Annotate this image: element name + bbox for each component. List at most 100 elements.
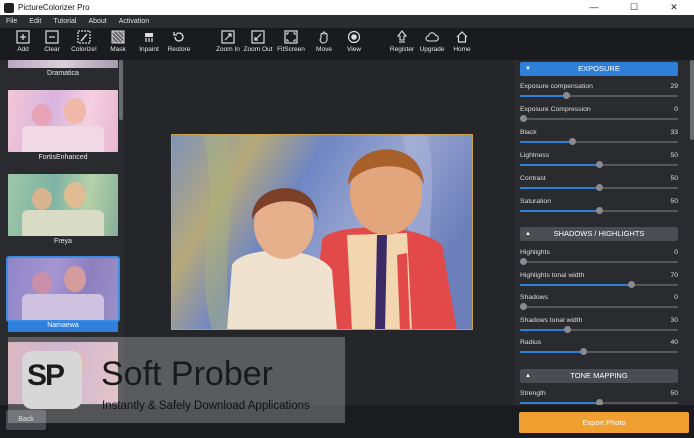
menu-activation[interactable]: Activation bbox=[119, 18, 149, 25]
slider-handle[interactable] bbox=[596, 161, 603, 168]
restore-label: Restore bbox=[167, 46, 191, 53]
preset-label: Dramatica bbox=[47, 70, 79, 77]
slider-track[interactable] bbox=[520, 261, 678, 263]
slider-value: 0 bbox=[674, 249, 678, 256]
view-button[interactable]: View bbox=[336, 30, 372, 53]
slider-value: 50 bbox=[670, 175, 678, 182]
slider-label: Radius bbox=[520, 339, 542, 346]
slider-value: 50 bbox=[670, 198, 678, 205]
preset-namaewa[interactable]: Namaewa bbox=[6, 256, 120, 332]
slider-saturation[interactable]: Saturation 50 bbox=[520, 198, 678, 218]
home-button[interactable]: Home bbox=[444, 30, 480, 53]
home-icon bbox=[456, 31, 468, 43]
preset-fortisenhanced[interactable]: FortisEnhanced bbox=[8, 90, 118, 164]
slider-shadows-tonal-width[interactable]: Shadows tonal width 30 bbox=[520, 317, 678, 337]
child-face bbox=[64, 266, 86, 292]
slider-highlights-tonal-width[interactable]: Highlights tonal width 70 bbox=[520, 272, 678, 292]
slider-fill bbox=[520, 402, 599, 404]
photo-image bbox=[172, 135, 472, 329]
menu-about[interactable]: About bbox=[88, 18, 106, 25]
view-icon bbox=[347, 30, 361, 44]
watermark-overlay: SP Soft Prober Instantly & Safely Downlo… bbox=[8, 337, 345, 423]
slider-value: 70 bbox=[670, 271, 678, 279]
slider-label: Contrast bbox=[520, 175, 546, 182]
slider-handle[interactable] bbox=[627, 280, 635, 288]
title-bar: PictureColorizer Pro — ☐ ✕ bbox=[0, 0, 694, 15]
preset-label: Freya bbox=[54, 238, 72, 245]
slider-fill bbox=[520, 351, 584, 353]
preset-dramatica[interactable]: Dramatica bbox=[8, 60, 118, 80]
watermark-subtitle: Instantly & Safely Download Applications bbox=[102, 400, 310, 412]
tone-mapping-title: TONE MAPPING bbox=[570, 371, 628, 380]
slider-handle[interactable] bbox=[596, 207, 603, 214]
child-face bbox=[32, 188, 52, 210]
home-label: Home bbox=[453, 46, 471, 53]
slider-handle[interactable] bbox=[520, 303, 527, 310]
fitscreen-button[interactable]: FitScreen bbox=[273, 30, 309, 53]
exposure-title: EXPOSURE bbox=[578, 64, 620, 73]
shadows-header[interactable]: ▲ SHADOWS / HIGHLIGHTS bbox=[520, 227, 678, 241]
slider-label: Shadows tonal width bbox=[520, 316, 583, 324]
slider-handle[interactable] bbox=[569, 138, 577, 145]
slider-value: 50 bbox=[670, 390, 678, 397]
slider-label: Exposure Compression bbox=[520, 106, 591, 113]
panel-scrollbar[interactable] bbox=[690, 60, 694, 140]
watermark-title: Soft Prober bbox=[101, 355, 273, 393]
zoom-out-button[interactable]: Zoom Out bbox=[240, 30, 276, 53]
child-face bbox=[64, 98, 86, 124]
slider-handle[interactable] bbox=[564, 325, 572, 333]
slider-handle[interactable] bbox=[580, 348, 588, 355]
slider-exposure-compression[interactable]: Exposure Compression 0 bbox=[520, 106, 678, 126]
restore-icon bbox=[173, 32, 184, 42]
exposure-header[interactable]: ▼ EXPOSURE bbox=[520, 62, 678, 76]
colorize-label: Colorize! bbox=[71, 46, 97, 53]
slider-handle[interactable] bbox=[520, 115, 527, 122]
mask-icon bbox=[111, 30, 125, 44]
restore-button[interactable]: Restore bbox=[161, 30, 197, 53]
slider-track[interactable] bbox=[520, 306, 678, 308]
slider-highlights[interactable]: Highlights 0 bbox=[520, 249, 678, 269]
cloud-icon bbox=[425, 32, 439, 42]
slider-label: Saturation bbox=[520, 198, 551, 205]
preset-thumbnail bbox=[8, 174, 118, 236]
slider-value: 50 bbox=[670, 152, 678, 159]
clear-button[interactable]: Clear bbox=[34, 30, 70, 53]
slider-handle[interactable] bbox=[520, 258, 527, 265]
slider-radius[interactable]: Radius 40 bbox=[520, 339, 678, 359]
slider-lightness[interactable]: Lightness 50 bbox=[520, 152, 678, 172]
slider-value: 0 bbox=[674, 294, 678, 301]
slider-handle[interactable] bbox=[562, 92, 570, 99]
colorize-button[interactable]: Colorize! bbox=[66, 30, 102, 53]
menu-edit[interactable]: Edit bbox=[29, 18, 41, 25]
colorized-photo bbox=[171, 134, 473, 330]
chevron-up-icon: ▲ bbox=[525, 373, 531, 379]
menu-file[interactable]: File bbox=[6, 18, 17, 25]
slider-value: 30 bbox=[670, 316, 678, 324]
menu-tutorial[interactable]: Tutorial bbox=[53, 18, 76, 25]
slider-label: Lightness bbox=[520, 152, 550, 159]
export-photo-button[interactable]: Export Photo bbox=[519, 412, 689, 433]
slider-handle[interactable] bbox=[596, 184, 603, 191]
preset-freya[interactable]: Freya bbox=[8, 174, 118, 248]
adjustments-panel: ▼ EXPOSURE Exposure compensation 29 Exposu… bbox=[514, 60, 694, 405]
preset-scrollbar[interactable] bbox=[119, 60, 123, 120]
slider-strength[interactable]: Strength 50 bbox=[520, 390, 678, 405]
slider-fill bbox=[520, 283, 631, 286]
close-button[interactable]: ✕ bbox=[654, 0, 694, 15]
preset-thumbnail bbox=[8, 60, 118, 68]
maximize-button[interactable]: ☐ bbox=[614, 0, 654, 15]
zoom-out-label: Zoom Out bbox=[243, 46, 273, 53]
slider-contrast[interactable]: Contrast 50 bbox=[520, 175, 678, 195]
minimize-button[interactable]: — bbox=[574, 0, 614, 15]
slider-black[interactable]: Black 33 bbox=[520, 129, 678, 149]
slider-label: Highlights tonal width bbox=[520, 271, 585, 279]
slider-shadows[interactable]: Shadows 0 bbox=[520, 294, 678, 314]
slider-value: 29 bbox=[670, 83, 678, 90]
register-icon bbox=[396, 30, 408, 43]
hand-icon bbox=[319, 31, 328, 44]
slider-exposure-compensation[interactable]: Exposure compensation 29 bbox=[520, 83, 678, 103]
children-body bbox=[22, 126, 104, 152]
slider-label: Shadows bbox=[520, 294, 548, 301]
tone-mapping-header[interactable]: ▲ TONE MAPPING bbox=[520, 369, 678, 383]
slider-track[interactable] bbox=[520, 118, 678, 120]
